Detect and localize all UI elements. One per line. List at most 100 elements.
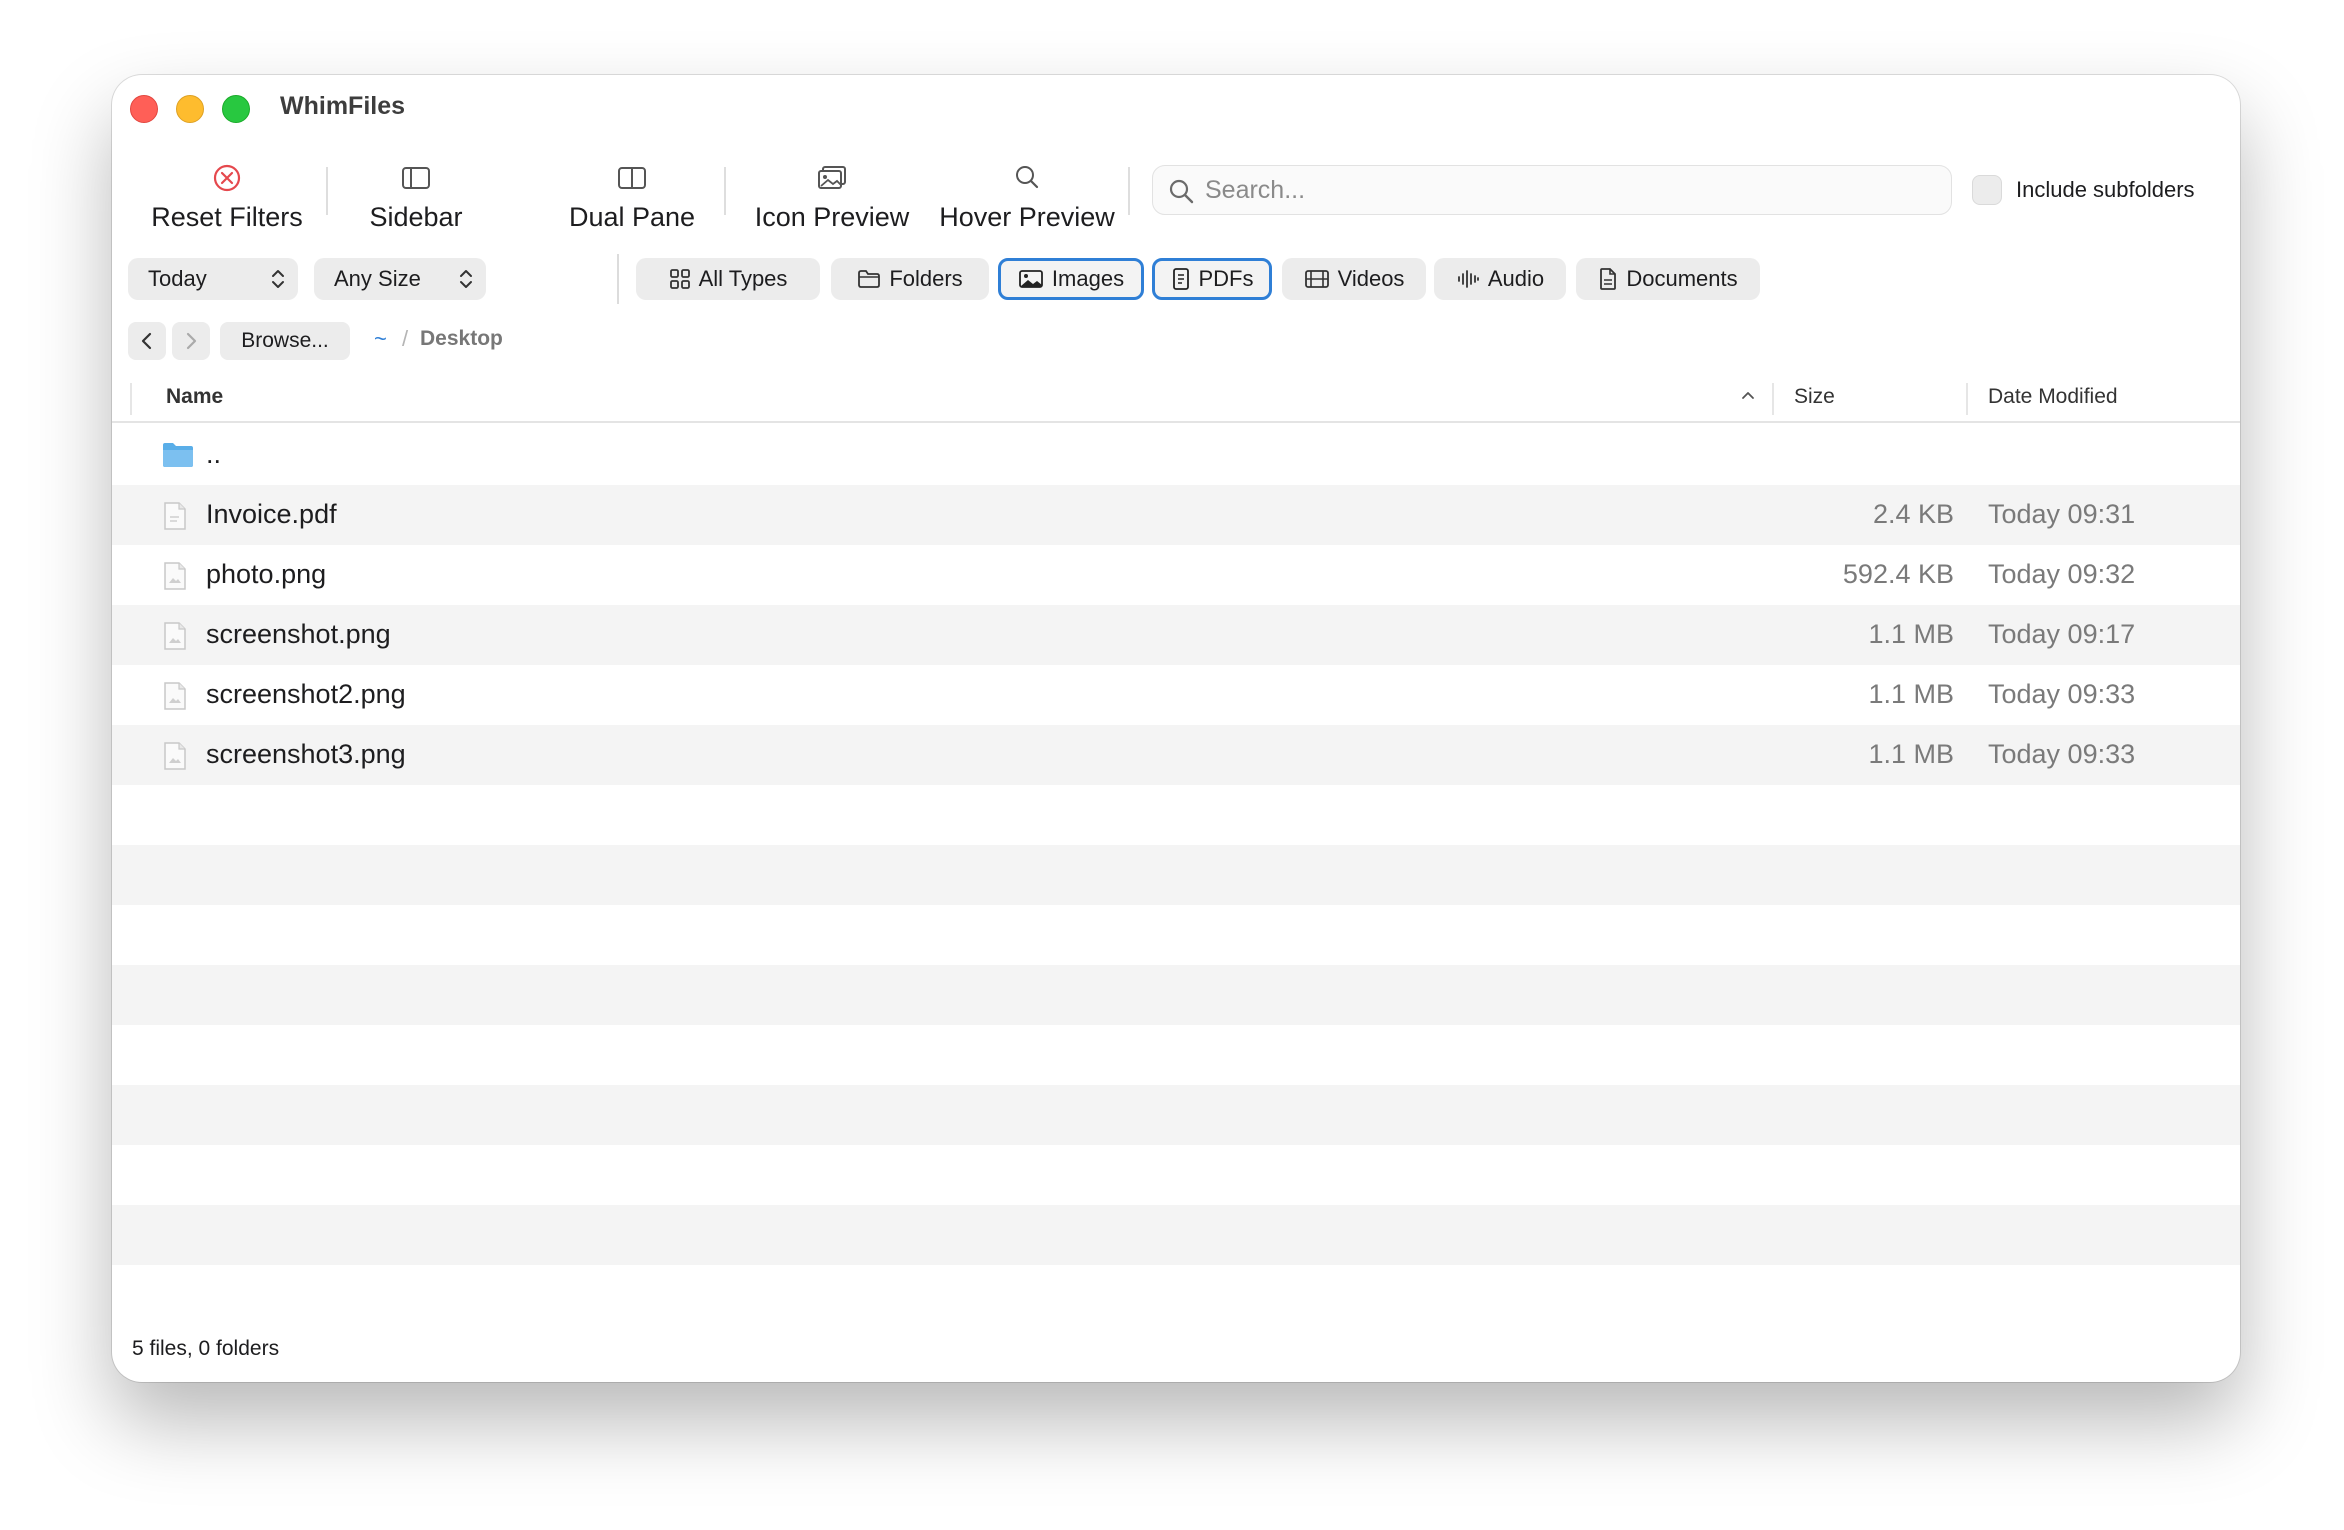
column-header-date[interactable]: Date Modified — [1988, 385, 2118, 409]
empty-row — [112, 965, 2240, 1025]
empty-row — [112, 905, 2240, 965]
empty-row — [112, 1205, 2240, 1265]
table-row[interactable]: Invoice.pdf 2.4 KB Today 09:31 — [112, 485, 2240, 545]
toolbar-separator — [1128, 167, 1130, 215]
empty-row — [112, 1085, 2240, 1145]
search-input[interactable] — [1205, 166, 1935, 214]
browse-button[interactable]: Browse... — [220, 322, 350, 360]
hover-preview-button[interactable]: Hover Preview — [932, 160, 1122, 250]
grid-icon — [669, 269, 690, 289]
zoom-window-button[interactable] — [222, 95, 250, 123]
waveform-icon — [1457, 270, 1479, 288]
file-date: Today 09:32 — [1988, 559, 2136, 589]
table-row[interactable]: photo.png 592.4 KB Today 09:32 — [112, 545, 2240, 605]
filter-all-types-label: All Types — [698, 266, 788, 291]
search-icon — [1169, 179, 1194, 204]
dual-pane-label: Dual Pane — [568, 202, 696, 232]
column-header-size[interactable]: Size — [1794, 385, 1835, 409]
column-header-name[interactable]: Name — [166, 385, 223, 409]
pdf-icon — [1172, 268, 1189, 290]
folder-icon — [858, 270, 881, 288]
up-down-chevron-icon — [458, 258, 474, 300]
forward-button[interactable] — [172, 322, 210, 360]
breadcrumb-separator: / — [402, 326, 409, 351]
image-file-icon — [164, 742, 186, 770]
hover-preview-label: Hover Preview — [939, 202, 1115, 232]
file-size: 592.4 KB — [1842, 559, 1954, 589]
column-separator — [1966, 383, 1968, 415]
filter-documents-label: Documents — [1626, 266, 1738, 291]
app-window: WhimFiles Reset Filters Sidebar Dual Pan… — [112, 75, 2240, 1382]
dual-pane-icon — [618, 167, 646, 189]
reset-filters-label: Reset Filters — [151, 202, 303, 232]
empty-row — [112, 1025, 2240, 1085]
filter-all-types[interactable]: All Types — [636, 258, 820, 300]
include-subfolders-label: Include subfolders — [2016, 177, 2195, 202]
sidebar-toggle-button[interactable]: Sidebar — [348, 160, 484, 250]
size-filter-select[interactable]: Any Size — [314, 258, 486, 300]
table-row[interactable]: screenshot.png 1.1 MB Today 09:17 — [112, 605, 2240, 665]
filter-videos-label: Videos — [1337, 266, 1405, 291]
include-subfolders-checkbox[interactable] — [1972, 175, 2002, 205]
image-icon — [1019, 270, 1043, 288]
toolbar-separator — [724, 167, 726, 215]
file-name: screenshot.png — [206, 619, 391, 649]
filter-images-label: Images — [1051, 266, 1125, 291]
empty-row — [112, 785, 2240, 845]
filter-separator — [617, 254, 619, 304]
file-name: Invoice.pdf — [206, 499, 337, 529]
pdf-file-icon — [164, 502, 186, 530]
filter-audio-label: Audio — [1487, 266, 1545, 291]
chevron-right-icon — [186, 332, 197, 350]
file-name: photo.png — [206, 559, 327, 589]
sidebar-label: Sidebar — [369, 202, 463, 232]
size-filter-value: Any Size — [334, 266, 421, 291]
breadcrumb-current[interactable]: Desktop — [420, 327, 503, 351]
date-filter-select[interactable]: Today — [128, 258, 298, 300]
table-row[interactable]: .. — [112, 425, 2240, 485]
breadcrumb-home[interactable]: ~ — [374, 326, 387, 352]
document-icon — [1600, 268, 1617, 290]
search-field[interactable] — [1152, 165, 1952, 215]
icon-preview-button[interactable]: Icon Preview — [742, 160, 922, 250]
filter-videos[interactable]: Videos — [1282, 258, 1426, 300]
file-name: screenshot3.png — [206, 739, 406, 769]
empty-row — [112, 845, 2240, 905]
sort-ascending-icon[interactable] — [1740, 389, 1756, 401]
image-file-icon — [164, 562, 186, 590]
minimize-window-button[interactable] — [176, 95, 204, 123]
photos-icon — [818, 166, 846, 189]
empty-row — [112, 1145, 2240, 1205]
status-bar-text: 5 files, 0 folders — [132, 1337, 280, 1360]
reset-filters-button[interactable]: Reset Filters — [142, 160, 312, 250]
filter-audio[interactable]: Audio — [1434, 258, 1566, 300]
file-name: screenshot2.png — [206, 679, 406, 709]
dual-pane-button[interactable]: Dual Pane — [552, 160, 712, 250]
file-date: Today 09:31 — [1988, 499, 2136, 529]
toolbar-separator — [326, 167, 328, 215]
file-size: 1.1 MB — [1868, 679, 1954, 709]
filter-documents[interactable]: Documents — [1576, 258, 1760, 300]
file-size: 2.4 KB — [1872, 499, 1954, 529]
filter-folders[interactable]: Folders — [831, 258, 989, 300]
folder-icon — [163, 443, 193, 467]
image-file-icon — [164, 622, 186, 650]
table-header: Name Size Date Modified — [112, 375, 2240, 423]
back-button[interactable] — [128, 322, 166, 360]
filter-images[interactable]: Images — [998, 258, 1144, 300]
chevron-left-icon — [141, 332, 152, 350]
sidebar-icon — [402, 167, 430, 189]
file-date: Today 09:33 — [1988, 679, 2136, 709]
table-row[interactable]: screenshot3.png 1.1 MB Today 09:33 — [112, 725, 2240, 785]
file-list: .. Invoice.pdf 2.4 KB Today 09:31 photo.… — [112, 425, 2240, 1265]
file-name: .. — [206, 439, 222, 469]
filter-pdfs[interactable]: PDFs — [1152, 258, 1272, 300]
file-date: Today 09:17 — [1988, 619, 2136, 649]
table-row[interactable]: screenshot2.png 1.1 MB Today 09:33 — [112, 665, 2240, 725]
date-filter-value: Today — [148, 266, 207, 291]
file-size: 1.1 MB — [1868, 739, 1954, 769]
reset-filters-icon — [213, 164, 241, 192]
close-window-button[interactable] — [130, 95, 158, 123]
magnifier-icon — [1016, 166, 1039, 189]
filter-pdfs-label: PDFs — [1198, 266, 1254, 291]
